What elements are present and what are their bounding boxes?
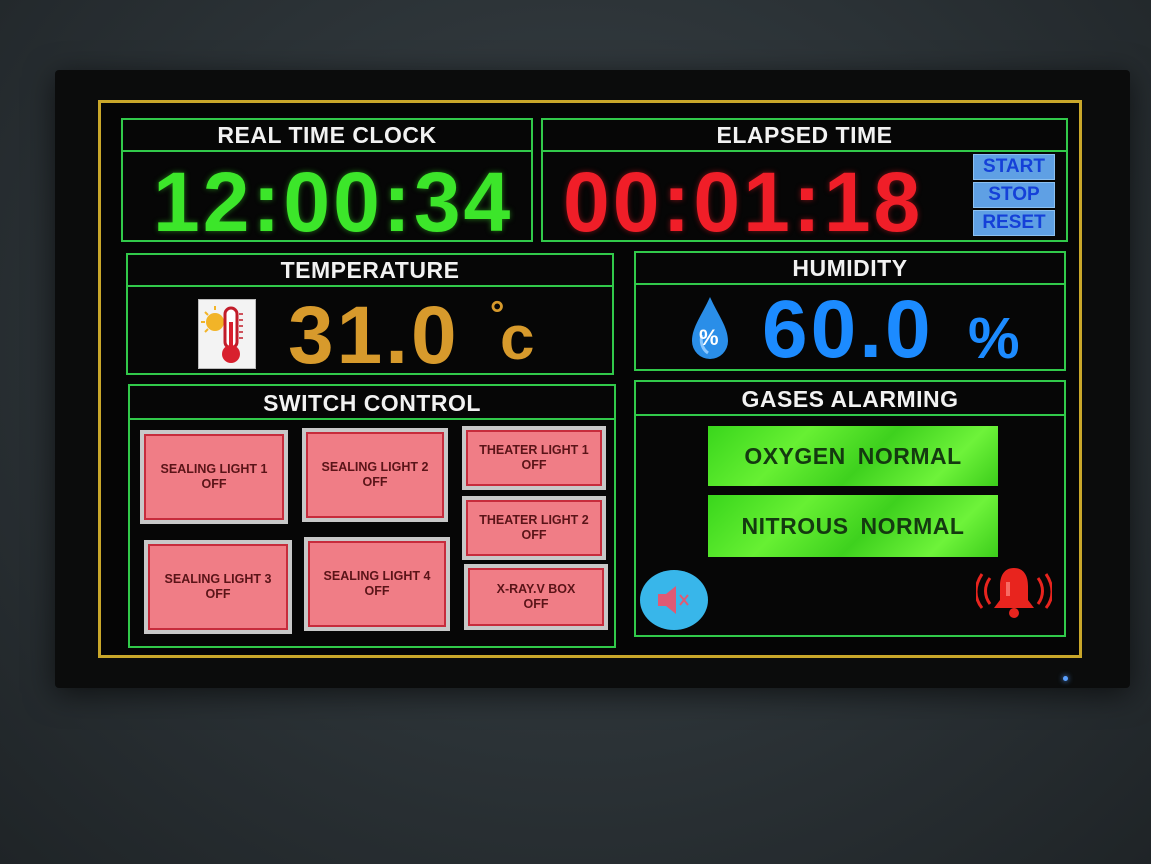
switch-state: OFF (205, 587, 231, 601)
sealing-light-3-switch[interactable]: SEALING LIGHT 3 OFF (144, 540, 292, 634)
humidity-title: HUMIDITY (636, 253, 1064, 285)
humidity-value: 60.0 (762, 284, 934, 375)
gas-name: NITROUS (741, 512, 849, 539)
temperature-unit: c (500, 304, 535, 373)
switch-state: OFF (364, 584, 390, 598)
alarm-bell-icon[interactable] (974, 564, 1054, 622)
stop-button[interactable]: STOP (973, 182, 1055, 208)
reset-button[interactable]: RESET (973, 210, 1055, 236)
switch-label: SEALING LIGHT 3 (164, 572, 272, 586)
gas-status: NORMAL (857, 442, 962, 469)
switch-label: SEALING LIGHT 4 (323, 569, 431, 583)
hmi-screen: REAL TIME CLOCK 12:00:34 ELAPSED TIME 00… (98, 100, 1082, 658)
switch-state: OFF (201, 477, 227, 491)
sealing-light-4-switch[interactable]: SEALING LIGHT 4 OFF (304, 537, 450, 631)
elapsed-time-value: 00:01:18 (563, 155, 924, 249)
switch-label: SEALING LIGHT 1 (160, 462, 268, 476)
gases-alarming-panel: GASES ALARMING OXYGEN NORMAL NITROUS NOR… (634, 380, 1066, 637)
switch-label: X-RAY.V BOX (496, 582, 576, 596)
temperature-panel: TEMPERATURE 31.0 ° c (126, 253, 614, 381)
real-time-clock-value: 12:00:34 (153, 155, 514, 249)
humidity-unit: % (968, 306, 1020, 371)
humidity-panel: HUMIDITY % 60.0 % (634, 251, 1066, 375)
gas-status: NORMAL (860, 512, 965, 539)
switch-state: OFF (523, 597, 549, 611)
xray-box-switch[interactable]: X-RAY.V BOX OFF (464, 564, 608, 630)
switch-label: THEATER LIGHT 1 (479, 443, 589, 457)
switch-label: THEATER LIGHT 2 (479, 513, 589, 527)
switch-state: OFF (521, 528, 547, 542)
gases-alarming-title: GASES ALARMING (636, 382, 1064, 416)
sealing-light-1-switch[interactable]: SEALING LIGHT 1 OFF (140, 430, 288, 524)
mute-speaker-icon[interactable] (640, 570, 708, 630)
power-led (1063, 676, 1068, 681)
elapsed-time-panel: ELAPSED TIME 00:01:18 START STOP RESET (541, 118, 1068, 249)
sealing-light-2-switch[interactable]: SEALING LIGHT 2 OFF (302, 428, 448, 522)
elapsed-time-title: ELAPSED TIME (543, 120, 1066, 152)
humidity-drop-label: % (699, 325, 719, 350)
humidity-drop-icon: % (688, 295, 732, 365)
real-time-clock-title: REAL TIME CLOCK (123, 120, 531, 152)
start-button[interactable]: START (973, 154, 1055, 180)
gas-name: OXYGEN (744, 442, 846, 469)
switch-label: SEALING LIGHT 2 (321, 460, 429, 474)
theater-light-2-switch[interactable]: THEATER LIGHT 2 OFF (462, 496, 606, 560)
switch-control-title: SWITCH CONTROL (130, 386, 614, 420)
switch-state: OFF (521, 458, 547, 472)
oxygen-status-indicator: OXYGEN NORMAL (708, 426, 998, 486)
thermometer-sun-icon (198, 299, 256, 369)
real-time-clock-panel: REAL TIME CLOCK 12:00:34 (121, 118, 533, 249)
theater-light-1-switch[interactable]: THEATER LIGHT 1 OFF (462, 426, 606, 490)
temperature-value: 31.0 (288, 290, 460, 381)
temperature-title: TEMPERATURE (128, 255, 612, 287)
switch-state: OFF (362, 475, 388, 489)
nitrous-status-indicator: NITROUS NORMAL (708, 495, 998, 557)
switch-control-panel: SWITCH CONTROL SEALING LIGHT 1 OFF SEALI… (128, 384, 616, 648)
